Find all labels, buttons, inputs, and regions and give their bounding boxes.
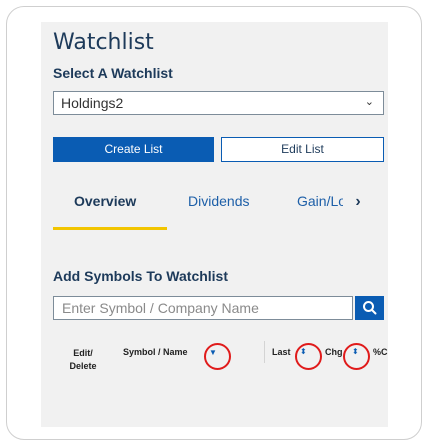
tab-dividends[interactable]: Dividends bbox=[188, 193, 249, 209]
search-icon bbox=[363, 301, 377, 315]
edit-list-button[interactable]: Edit List bbox=[221, 137, 384, 162]
annotation-circle bbox=[204, 343, 231, 370]
chevron-down-icon: ⌄ bbox=[364, 96, 374, 108]
column-pct-chg[interactable]: %Chg bbox=[373, 347, 388, 357]
column-divider bbox=[264, 341, 265, 363]
symbol-search-input[interactable]: Enter Symbol / Company Name bbox=[53, 296, 353, 320]
selected-watchlist: Holdings2 bbox=[61, 95, 124, 111]
symbol-search-placeholder: Enter Symbol / Company Name bbox=[62, 300, 259, 316]
active-tab-indicator bbox=[53, 227, 167, 230]
annotation-circle bbox=[343, 343, 370, 370]
column-symbol-name[interactable]: Symbol / Name bbox=[123, 347, 188, 357]
select-watchlist-label: Select A Watchlist bbox=[53, 65, 173, 81]
add-symbols-heading: Add Symbols To Watchlist bbox=[53, 268, 229, 284]
column-last[interactable]: Last bbox=[272, 347, 291, 357]
watchlist-select[interactable]: Holdings2 ⌄ bbox=[53, 91, 384, 115]
annotation-circle bbox=[295, 343, 322, 370]
create-list-button[interactable]: Create List bbox=[53, 137, 214, 162]
column-edit-delete: Edit/ Delete bbox=[69, 348, 97, 371]
tab-scroll-next-button[interactable]: › bbox=[344, 187, 372, 217]
tab-overview[interactable]: Overview bbox=[74, 193, 136, 209]
column-chg[interactable]: Chg bbox=[325, 347, 343, 357]
search-button[interactable] bbox=[355, 296, 384, 320]
tab-gain-loss[interactable]: Gain/Loss bbox=[297, 193, 343, 209]
page-title: Watchlist bbox=[53, 30, 154, 55]
